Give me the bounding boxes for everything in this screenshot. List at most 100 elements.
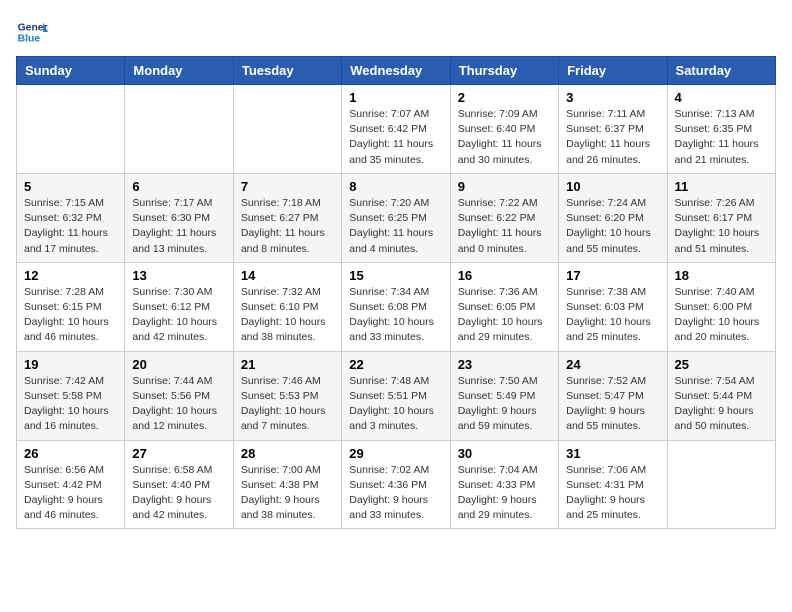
day-number: 29: [349, 446, 442, 461]
day-info: Sunrise: 7:28 AM Sunset: 6:15 PM Dayligh…: [24, 285, 117, 346]
day-info: Sunrise: 7:17 AM Sunset: 6:30 PM Dayligh…: [132, 196, 225, 257]
calendar-header-row: SundayMondayTuesdayWednesdayThursdayFrid…: [17, 57, 776, 85]
day-info: Sunrise: 7:04 AM Sunset: 4:33 PM Dayligh…: [458, 463, 551, 524]
day-number: 14: [241, 268, 334, 283]
calendar-header-friday: Friday: [559, 57, 667, 85]
day-info: Sunrise: 7:30 AM Sunset: 6:12 PM Dayligh…: [132, 285, 225, 346]
day-info: Sunrise: 7:48 AM Sunset: 5:51 PM Dayligh…: [349, 374, 442, 435]
day-info: Sunrise: 7:09 AM Sunset: 6:40 PM Dayligh…: [458, 107, 551, 168]
calendar-cell: 8 Sunrise: 7:20 AM Sunset: 6:25 PM Daylig…: [342, 173, 450, 262]
calendar-cell: 7 Sunrise: 7:18 AM Sunset: 6:27 PM Daylig…: [233, 173, 341, 262]
day-number: 25: [675, 357, 768, 372]
calendar-header-saturday: Saturday: [667, 57, 775, 85]
calendar-cell: 1 Sunrise: 7:07 AM Sunset: 6:42 PM Daylig…: [342, 85, 450, 174]
calendar-cell: 16Sunrise: 7:36 AM Sunset: 6:05 PM Dayli…: [450, 262, 558, 351]
calendar-table: SundayMondayTuesdayWednesdayThursdayFrid…: [16, 56, 776, 529]
day-info: Sunrise: 6:56 AM Sunset: 4:42 PM Dayligh…: [24, 463, 117, 524]
calendar-cell: 9 Sunrise: 7:22 AM Sunset: 6:22 PM Daylig…: [450, 173, 558, 262]
logo: General Blue: [16, 16, 48, 48]
calendar-cell: 20Sunrise: 7:44 AM Sunset: 5:56 PM Dayli…: [125, 351, 233, 440]
day-info: Sunrise: 7:34 AM Sunset: 6:08 PM Dayligh…: [349, 285, 442, 346]
calendar-week-2: 5 Sunrise: 7:15 AM Sunset: 6:32 PM Daylig…: [17, 173, 776, 262]
calendar-cell: 2 Sunrise: 7:09 AM Sunset: 6:40 PM Daylig…: [450, 85, 558, 174]
calendar-week-1: 1 Sunrise: 7:07 AM Sunset: 6:42 PM Daylig…: [17, 85, 776, 174]
calendar-header-thursday: Thursday: [450, 57, 558, 85]
calendar-cell: 12 Sunrise: 7:28 AM Sunset: 6:15 PM Dayli…: [17, 262, 125, 351]
day-info: Sunrise: 7:13 AM Sunset: 6:35 PM Dayligh…: [675, 107, 768, 168]
day-info: Sunrise: 7:36 AM Sunset: 6:05 PM Dayligh…: [458, 285, 551, 346]
calendar-cell: 4 Sunrise: 7:13 AM Sunset: 6:35 PM Daylig…: [667, 85, 775, 174]
calendar-cell: 29Sunrise: 7:02 AM Sunset: 4:36 PM Dayli…: [342, 440, 450, 529]
calendar-cell: 27Sunrise: 6:58 AM Sunset: 4:40 PM Dayli…: [125, 440, 233, 529]
day-info: Sunrise: 7:18 AM Sunset: 6:27 PM Dayligh…: [241, 196, 334, 257]
calendar-header-wednesday: Wednesday: [342, 57, 450, 85]
day-number: 3: [566, 90, 659, 105]
day-info: Sunrise: 7:38 AM Sunset: 6:03 PM Dayligh…: [566, 285, 659, 346]
calendar-body: 1 Sunrise: 7:07 AM Sunset: 6:42 PM Daylig…: [17, 85, 776, 529]
calendar-cell: 31 Sunrise: 7:06 AM Sunset: 4:31 PM Dayli…: [559, 440, 667, 529]
calendar-week-4: 19Sunrise: 7:42 AM Sunset: 5:58 PM Dayli…: [17, 351, 776, 440]
calendar-header-tuesday: Tuesday: [233, 57, 341, 85]
calendar-cell: 30 Sunrise: 7:04 AM Sunset: 4:33 PM Dayli…: [450, 440, 558, 529]
day-number: 30: [458, 446, 551, 461]
day-number: 9: [458, 179, 551, 194]
calendar-cell: 17 Sunrise: 7:38 AM Sunset: 6:03 PM Dayli…: [559, 262, 667, 351]
day-number: 21: [241, 357, 334, 372]
day-info: Sunrise: 7:40 AM Sunset: 6:00 PM Dayligh…: [675, 285, 768, 346]
day-info: Sunrise: 7:32 AM Sunset: 6:10 PM Dayligh…: [241, 285, 334, 346]
day-info: Sunrise: 7:00 AM Sunset: 4:38 PM Dayligh…: [241, 463, 334, 524]
day-info: Sunrise: 7:07 AM Sunset: 6:42 PM Dayligh…: [349, 107, 442, 168]
day-info: Sunrise: 7:15 AM Sunset: 6:32 PM Dayligh…: [24, 196, 117, 257]
calendar-cell: 22 Sunrise: 7:48 AM Sunset: 5:51 PM Dayli…: [342, 351, 450, 440]
day-number: 2: [458, 90, 551, 105]
calendar-week-3: 12 Sunrise: 7:28 AM Sunset: 6:15 PM Dayli…: [17, 262, 776, 351]
day-number: 7: [241, 179, 334, 194]
calendar-cell: 18 Sunrise: 7:40 AM Sunset: 6:00 PM Dayli…: [667, 262, 775, 351]
calendar-cell: 24Sunrise: 7:52 AM Sunset: 5:47 PM Dayli…: [559, 351, 667, 440]
day-info: Sunrise: 7:22 AM Sunset: 6:22 PM Dayligh…: [458, 196, 551, 257]
svg-text:Blue: Blue: [18, 34, 41, 45]
day-number: 18: [675, 268, 768, 283]
calendar-cell: 13Sunrise: 7:30 AM Sunset: 6:12 PM Dayli…: [125, 262, 233, 351]
calendar-cell: 21 Sunrise: 7:46 AM Sunset: 5:53 PM Dayli…: [233, 351, 341, 440]
day-info: Sunrise: 7:54 AM Sunset: 5:44 PM Dayligh…: [675, 374, 768, 435]
day-number: 28: [241, 446, 334, 461]
calendar-cell: 26 Sunrise: 6:56 AM Sunset: 4:42 PM Dayli…: [17, 440, 125, 529]
day-number: 23: [458, 357, 551, 372]
calendar-cell: [233, 85, 341, 174]
calendar-header-sunday: Sunday: [17, 57, 125, 85]
day-number: 11: [675, 179, 768, 194]
day-number: 26: [24, 446, 117, 461]
day-number: 5: [24, 179, 117, 194]
day-info: Sunrise: 6:58 AM Sunset: 4:40 PM Dayligh…: [132, 463, 225, 524]
day-number: 8: [349, 179, 442, 194]
day-number: 31: [566, 446, 659, 461]
calendar-cell: 14 Sunrise: 7:32 AM Sunset: 6:10 PM Dayli…: [233, 262, 341, 351]
day-number: 6: [132, 179, 225, 194]
day-number: 4: [675, 90, 768, 105]
day-info: Sunrise: 7:52 AM Sunset: 5:47 PM Dayligh…: [566, 374, 659, 435]
day-number: 17: [566, 268, 659, 283]
day-info: Sunrise: 7:50 AM Sunset: 5:49 PM Dayligh…: [458, 374, 551, 435]
calendar-cell: 19Sunrise: 7:42 AM Sunset: 5:58 PM Dayli…: [17, 351, 125, 440]
calendar-week-5: 26 Sunrise: 6:56 AM Sunset: 4:42 PM Dayli…: [17, 440, 776, 529]
calendar-cell: 28 Sunrise: 7:00 AM Sunset: 4:38 PM Dayli…: [233, 440, 341, 529]
calendar-cell: 25 Sunrise: 7:54 AM Sunset: 5:44 PM Dayli…: [667, 351, 775, 440]
day-info: Sunrise: 7:26 AM Sunset: 6:17 PM Dayligh…: [675, 196, 768, 257]
day-number: 15: [349, 268, 442, 283]
calendar-cell: 15 Sunrise: 7:34 AM Sunset: 6:08 PM Dayli…: [342, 262, 450, 351]
day-number: 22: [349, 357, 442, 372]
day-info: Sunrise: 7:46 AM Sunset: 5:53 PM Dayligh…: [241, 374, 334, 435]
calendar-cell: 10 Sunrise: 7:24 AM Sunset: 6:20 PM Dayli…: [559, 173, 667, 262]
day-info: Sunrise: 7:20 AM Sunset: 6:25 PM Dayligh…: [349, 196, 442, 257]
calendar-cell: 5 Sunrise: 7:15 AM Sunset: 6:32 PM Daylig…: [17, 173, 125, 262]
day-number: 19: [24, 357, 117, 372]
day-number: 10: [566, 179, 659, 194]
day-number: 1: [349, 90, 442, 105]
day-info: Sunrise: 7:06 AM Sunset: 4:31 PM Dayligh…: [566, 463, 659, 524]
day-number: 12: [24, 268, 117, 283]
logo-icon: General Blue: [16, 16, 48, 48]
header: General Blue: [16, 16, 776, 48]
day-info: Sunrise: 7:11 AM Sunset: 6:37 PM Dayligh…: [566, 107, 659, 168]
day-info: Sunrise: 7:24 AM Sunset: 6:20 PM Dayligh…: [566, 196, 659, 257]
